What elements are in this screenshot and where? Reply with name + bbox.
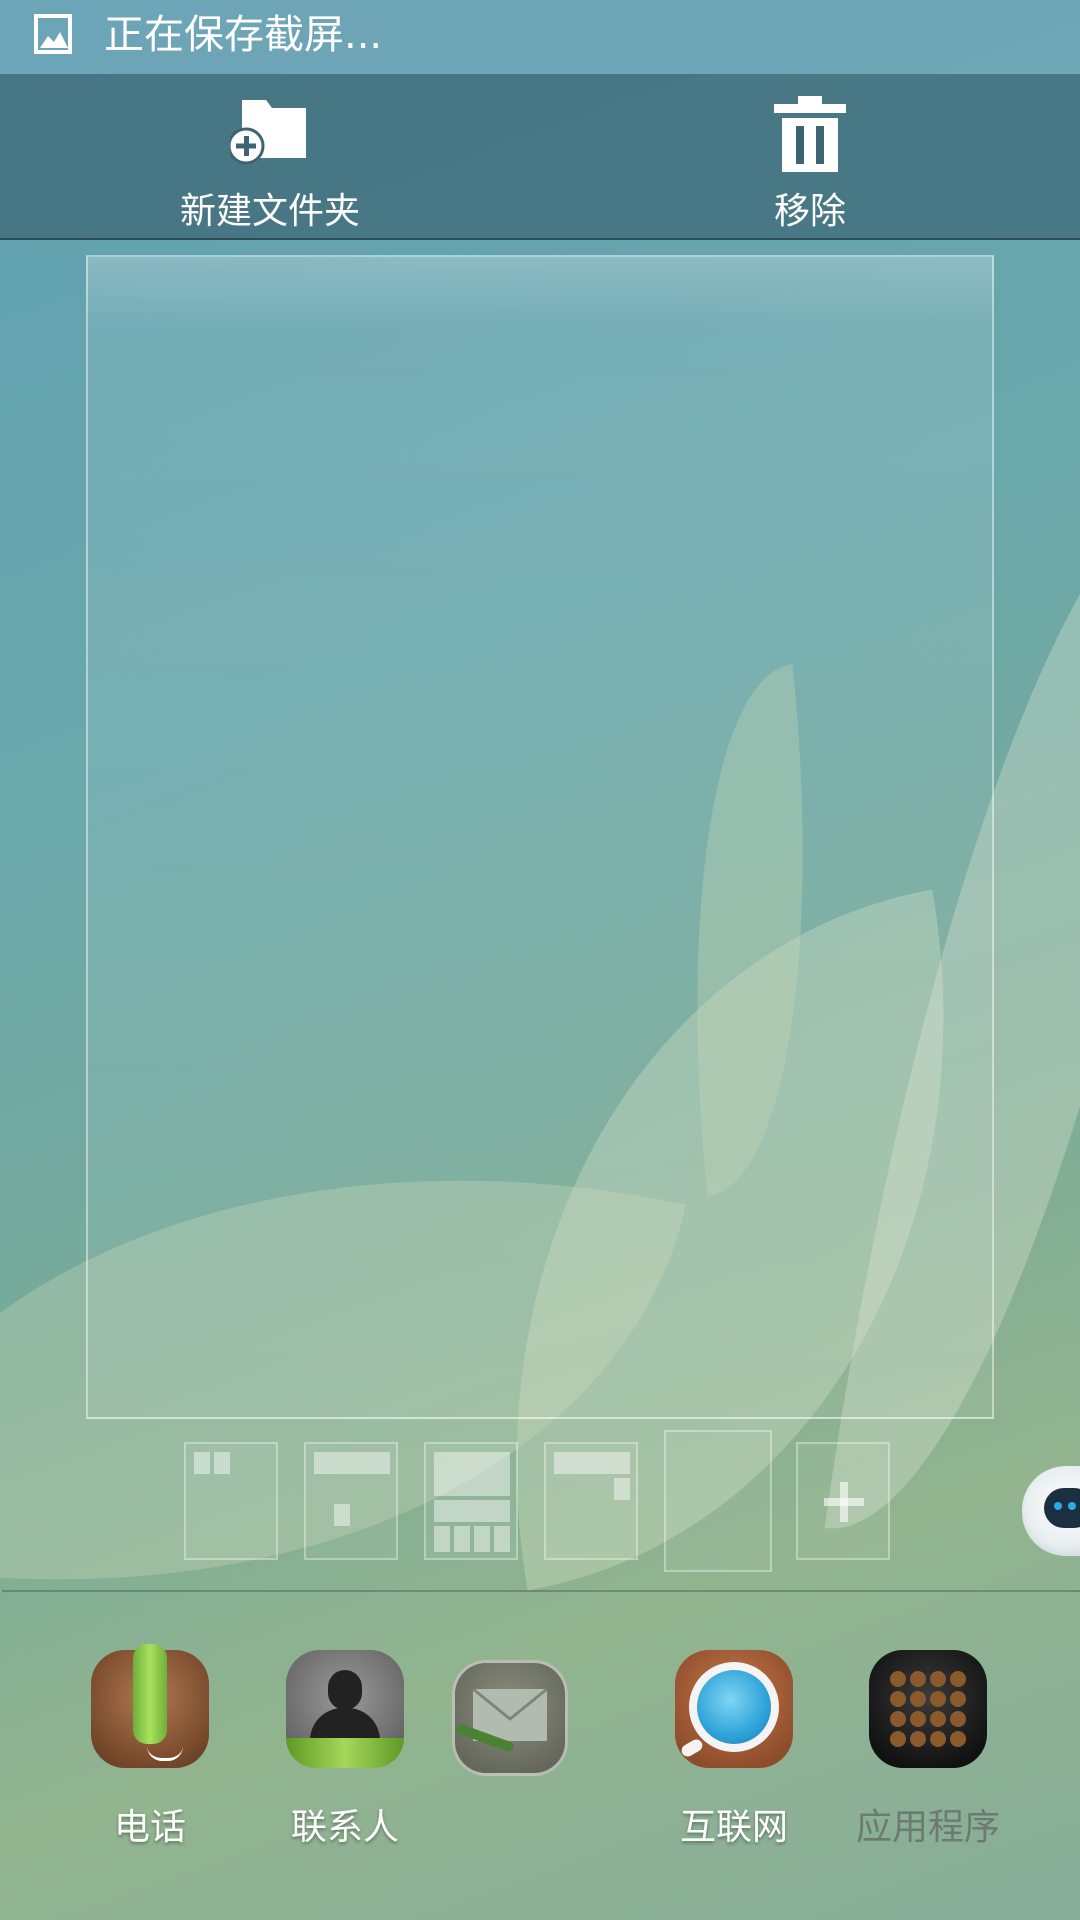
layout-cell <box>314 1452 390 1474</box>
layout-cell <box>494 1526 510 1552</box>
trash-icon <box>774 96 846 172</box>
layout-thumbnail-grid[interactable] <box>424 1442 518 1560</box>
dock-divider <box>2 1590 1080 1592</box>
apps-grid-icon <box>869 1650 987 1768</box>
layout-thumbnail-wide-small[interactable] <box>304 1442 398 1560</box>
layout-cell <box>474 1526 490 1552</box>
remove-button[interactable]: 移除 <box>660 74 960 238</box>
plus-icon <box>824 1482 864 1522</box>
layout-cell <box>614 1478 630 1500</box>
edit-action-bar: 新建文件夹 移除 <box>0 74 1080 240</box>
home-screen-panel[interactable] <box>86 255 994 1419</box>
layout-cell <box>194 1452 210 1474</box>
layout-cell <box>434 1500 510 1522</box>
dock-app-phone[interactable]: 电话 <box>70 1644 230 1850</box>
layout-cell <box>214 1452 230 1474</box>
dock-app-label: 联系人 <box>290 1807 399 1848</box>
layout-cell <box>554 1452 630 1474</box>
add-layout-button[interactable] <box>796 1442 890 1560</box>
contacts-icon <box>286 1650 404 1768</box>
status-text: 正在保存截屏... <box>104 12 383 58</box>
messages-icon <box>452 1660 568 1776</box>
dock-app-label: 应用程序 <box>855 1807 1000 1848</box>
dock-app-messages[interactable] <box>430 1650 590 1796</box>
new-folder-label: 新建文件夹 <box>179 191 360 232</box>
layout-cell <box>434 1526 450 1552</box>
layout-cell <box>454 1526 470 1552</box>
internet-icon <box>675 1650 793 1768</box>
layout-thumbnail-two-small[interactable] <box>184 1442 278 1560</box>
new-folder-icon <box>230 100 306 165</box>
dock-app-applications[interactable]: 应用程序 <box>848 1650 1008 1850</box>
layout-cell <box>434 1452 510 1496</box>
layout-thumbnail-empty[interactable] <box>664 1430 772 1572</box>
remove-label: 移除 <box>773 191 846 232</box>
dock-app-internet[interactable]: 互联网 <box>654 1650 814 1850</box>
dock-app-contacts[interactable]: 联系人 <box>265 1650 425 1850</box>
layout-cell <box>334 1504 350 1526</box>
dock-app-label: 互联网 <box>679 1807 788 1848</box>
phone-icon <box>91 1644 209 1768</box>
dock-app-label: 电话 <box>113 1807 186 1848</box>
layout-thumbnail-wide-corner[interactable] <box>544 1442 638 1560</box>
new-folder-button[interactable]: 新建文件夹 <box>120 74 420 238</box>
screenshot-icon <box>34 14 72 54</box>
status-bar: 正在保存截屏... <box>0 0 1080 74</box>
assistant-robot-icon[interactable] <box>1022 1466 1080 1556</box>
